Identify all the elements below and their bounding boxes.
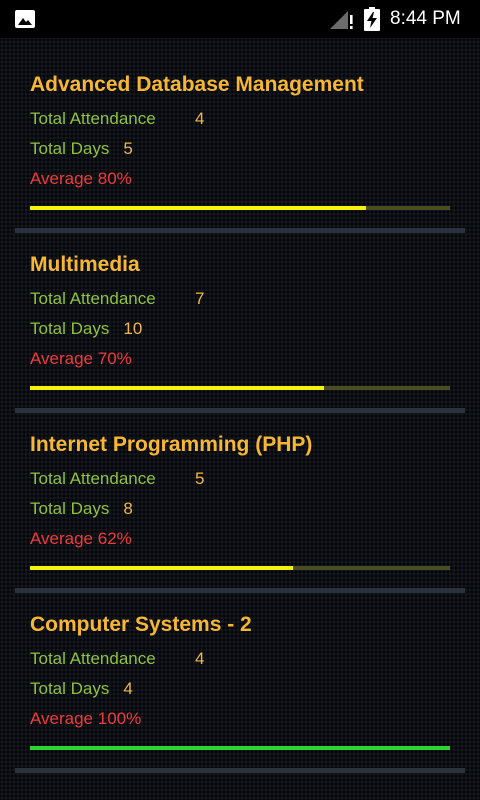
total-days-row: Total Days 4 <box>30 679 133 699</box>
total-attendance-label: Total Attendance <box>30 109 156 128</box>
subject-title: Advanced Database Management <box>30 73 364 96</box>
signal-icon <box>330 11 353 29</box>
progress-fill <box>30 746 450 750</box>
subject-card[interactable]: Multimedia Total Attendance 7 Total Days… <box>0 218 480 413</box>
image-icon <box>15 10 35 28</box>
total-attendance-label: Total Attendance <box>30 649 156 668</box>
total-days-value: 10 <box>123 319 143 338</box>
total-days-row: Total Days 8 <box>30 499 133 519</box>
total-days-value: 4 <box>123 679 133 698</box>
average-text: Average 62% <box>30 529 132 548</box>
progress-fill <box>30 206 366 210</box>
average-text: Average 70% <box>30 349 132 368</box>
total-attendance-label: Total Attendance <box>30 289 156 308</box>
status-bar: 8:44 PM <box>0 0 480 38</box>
total-attendance-row: Total Attendance 4 <box>30 109 204 129</box>
total-attendance-label: Total Attendance <box>30 469 156 488</box>
progress-fill <box>30 386 324 390</box>
total-days-value: 8 <box>123 499 133 518</box>
average-text: Average 100% <box>30 709 142 728</box>
subject-card[interactable]: Internet Programming (PHP) Total Attenda… <box>0 398 480 593</box>
total-days-label: Total Days <box>30 139 110 158</box>
subject-title: Internet Programming (PHP) <box>30 433 313 456</box>
subject-title: Multimedia <box>30 253 140 276</box>
progress-fill <box>30 566 293 570</box>
total-attendance-value: 4 <box>195 649 205 668</box>
total-days-label: Total Days <box>30 499 110 518</box>
average-text: Average 80% <box>30 169 132 188</box>
attendance-progress-bar <box>30 746 450 750</box>
attendance-progress-bar <box>30 386 450 390</box>
attendance-progress-bar <box>30 206 450 210</box>
card-divider <box>15 768 465 773</box>
total-attendance-row: Total Attendance 4 <box>30 649 204 669</box>
total-days-label: Total Days <box>30 679 110 698</box>
total-attendance-row: Total Attendance 7 <box>30 289 204 309</box>
total-attendance-value: 7 <box>195 289 205 308</box>
total-days-row: Total Days 10 <box>30 319 142 339</box>
subject-card[interactable]: Advanced Database Management Total Atten… <box>0 38 480 233</box>
subject-title: Computer Systems - 2 <box>30 613 252 636</box>
total-days-row: Total Days 5 <box>30 139 133 159</box>
total-attendance-value: 5 <box>195 469 205 488</box>
total-days-label: Total Days <box>30 319 110 338</box>
total-attendance-value: 4 <box>195 109 205 128</box>
total-days-value: 5 <box>123 139 133 158</box>
total-attendance-row: Total Attendance 5 <box>30 469 204 489</box>
attendance-progress-bar <box>30 566 450 570</box>
battery-charging-icon <box>364 7 380 31</box>
status-time: 8:44 PM <box>390 8 461 29</box>
subject-list[interactable]: Advanced Database Management Total Atten… <box>0 38 480 773</box>
subject-card[interactable]: Computer Systems - 2 Total Attendance 4 … <box>0 578 480 773</box>
